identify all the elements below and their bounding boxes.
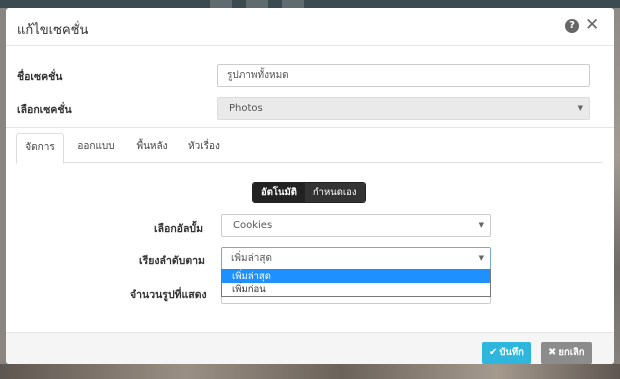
album-label: เลือกอัลบั้ม (154, 223, 204, 235)
album-select[interactable]: Cookies ▼ (221, 214, 491, 237)
sort-select[interactable]: เพิ่มล่าสุด ▼ (221, 247, 491, 270)
cancel-button[interactable]: ✖ ยกเลิก (541, 342, 592, 364)
album-value: Cookies (233, 220, 273, 231)
auto-mode-button[interactable]: อัตโนมัติ (253, 183, 305, 202)
background-tab (282, 0, 304, 8)
caret-down-icon: ▼ (478, 254, 484, 262)
sort-value: เพิ่มล่าสุด (231, 253, 272, 264)
section-settings: ชื่อเซคชั่น รูปภาพทั้งหมด เลือกเซคชั่น P… (6, 46, 614, 128)
sort-dropdown-list: เพิ่มล่าสุด เพิ่มก่อน (221, 269, 491, 297)
tab-header[interactable]: หัวเรื่อง (180, 133, 228, 163)
section-name-value: รูปภาพทั้งหมด (227, 70, 289, 81)
close-icon[interactable]: ✕ (585, 16, 599, 34)
sort-option-newest[interactable]: เพิ่มล่าสุด (222, 270, 490, 283)
photo-count-label: จำนวนรูปที่แสดง (130, 289, 207, 301)
background-right (614, 8, 620, 379)
help-icon[interactable]: ? (565, 19, 579, 33)
section-type-value: Photos (229, 103, 263, 114)
background-tab (210, 0, 232, 8)
background-topbar (0, 0, 620, 8)
caret-down-icon: ▼ (478, 221, 484, 229)
sort-option-oldest[interactable]: เพิ่มก่อน (222, 283, 490, 296)
tab-bar: จัดการ ออกแบบ พื้นหลัง หัวเรื่อง (16, 133, 602, 164)
section-name-label: ชื่อเซคชั่น (17, 71, 63, 83)
background-tab (246, 0, 268, 8)
background-bottom (0, 364, 620, 379)
save-button[interactable]: ✔ บันทึก (482, 342, 531, 364)
sort-label: เรียงลำดับตาม (139, 255, 205, 267)
section-name-input[interactable]: รูปภาพทั้งหมด (217, 64, 590, 87)
manual-mode-button[interactable]: กำหนดเอง (304, 183, 365, 202)
tab-design[interactable]: ออกแบบ (68, 133, 124, 163)
mode-toggle: อัตโนมัติ กำหนดเอง (252, 182, 366, 203)
check-icon: ✔ (489, 347, 498, 358)
edit-section-modal: แก้ไขเซคชั่น ? ✕ ชื่อเซคชั่น รูปภาพทั้งห… (6, 8, 614, 364)
tab-background[interactable]: พื้นหลัง (128, 133, 176, 163)
modal-footer: ✔ บันทึก ✖ ยกเลิก (6, 332, 614, 364)
modal-header: แก้ไขเซคชั่น ? ✕ (6, 8, 614, 46)
section-type-label: เลือกเซคชั่น (17, 104, 72, 116)
tab-manage[interactable]: จัดการ (16, 133, 64, 164)
caret-down-icon: ▼ (577, 104, 583, 112)
section-type-select: Photos ▼ (217, 97, 590, 120)
modal-title: แก้ไขเซคชั่น (17, 23, 89, 38)
close-icon: ✖ (548, 347, 557, 358)
